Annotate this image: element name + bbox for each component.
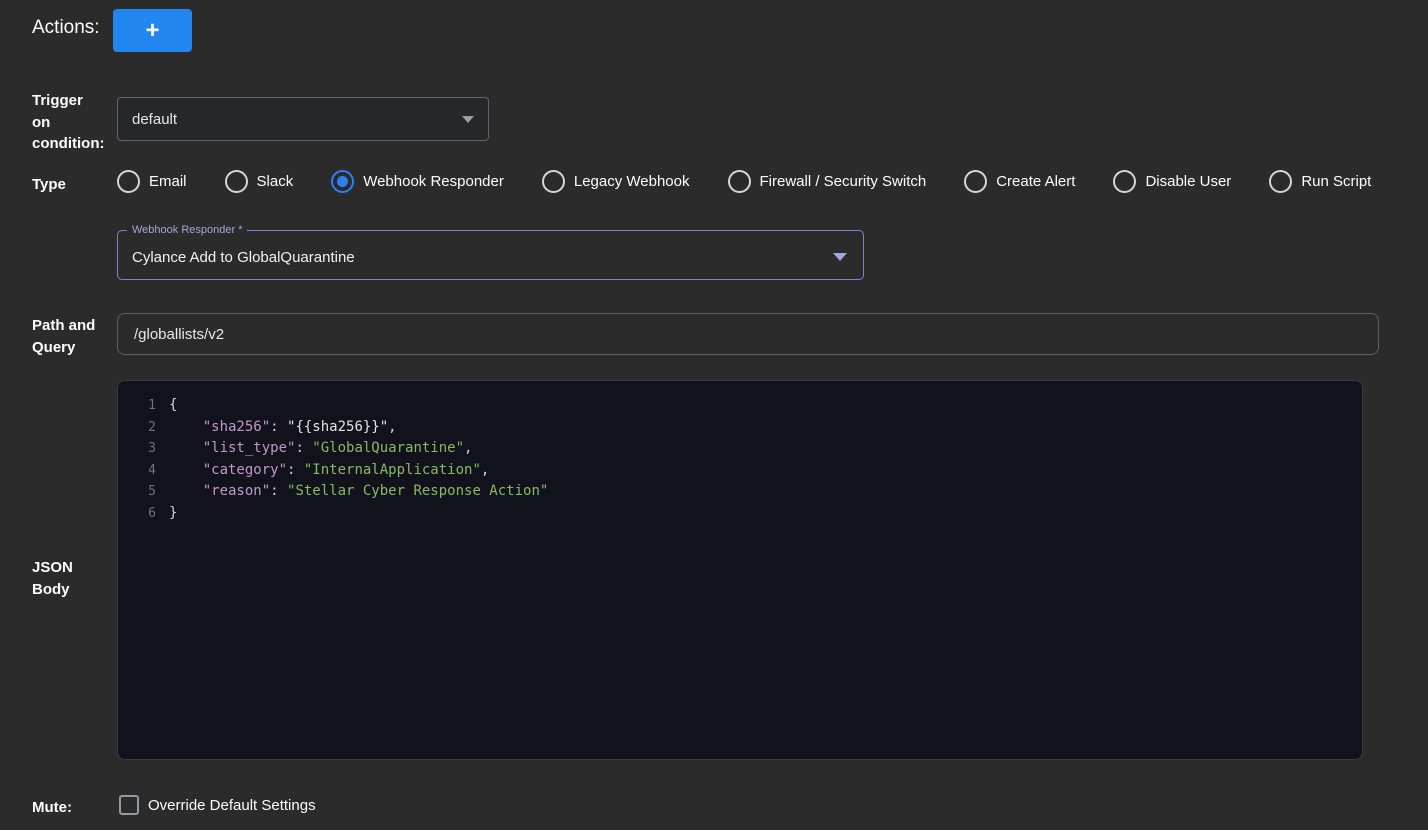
chevron-down-icon: [462, 116, 474, 123]
action-config-panel: Actions: + Trigger on condition: default…: [0, 0, 1428, 830]
type-option-create-alert[interactable]: Create Alert: [964, 170, 1075, 193]
json-body-label: JSON Body: [32, 557, 73, 600]
radio-unselected-icon[interactable]: [1269, 170, 1292, 193]
code-line: "sha256": "{{sha256}}",: [169, 417, 1362, 439]
editor-code[interactable]: { "sha256": "{{sha256}}", "list_type": "…: [169, 395, 1362, 759]
radio-unselected-icon[interactable]: [225, 170, 248, 193]
trigger-condition-select[interactable]: default: [117, 97, 489, 141]
webhook-responder-value: Cylance Add to GlobalQuarantine: [132, 249, 355, 266]
override-default-settings-checkbox[interactable]: [119, 795, 139, 815]
type-option-run-script[interactable]: Run Script: [1269, 170, 1371, 193]
radio-label: Webhook Responder: [363, 173, 504, 190]
type-option-legacy-webhook[interactable]: Legacy Webhook: [542, 170, 690, 193]
override-default-settings-option[interactable]: Override Default Settings: [119, 795, 316, 815]
code-line: {: [169, 395, 1362, 417]
radio-dot: [734, 176, 745, 187]
path-query-input[interactable]: [117, 313, 1379, 355]
radio-dot: [337, 176, 348, 187]
webhook-responder-field-label: Webhook Responder *: [127, 223, 247, 237]
path-query-label: Path and Query: [32, 315, 95, 358]
radio-dot: [123, 176, 134, 187]
chevron-down-icon: [833, 253, 847, 261]
mute-label: Mute:: [32, 797, 72, 819]
radio-unselected-icon[interactable]: [964, 170, 987, 193]
line-number: 6: [118, 503, 156, 525]
line-number: 1: [118, 395, 156, 417]
radio-label: Disable User: [1145, 173, 1231, 190]
radio-label: Legacy Webhook: [574, 173, 690, 190]
plus-icon: +: [145, 19, 159, 43]
add-action-button[interactable]: +: [113, 9, 192, 52]
radio-unselected-icon[interactable]: [728, 170, 751, 193]
line-number: 3: [118, 438, 156, 460]
editor-gutter: 123456: [118, 395, 156, 759]
type-option-disable-user[interactable]: Disable User: [1113, 170, 1231, 193]
code-line: "reason": "Stellar Cyber Response Action…: [169, 481, 1362, 503]
radio-unselected-icon[interactable]: [542, 170, 565, 193]
radio-label: Slack: [257, 173, 294, 190]
radio-label: Run Script: [1301, 173, 1371, 190]
type-option-webhook-responder[interactable]: Webhook Responder: [331, 170, 504, 193]
line-number: 2: [118, 417, 156, 439]
code-line: }: [169, 503, 1362, 525]
trigger-condition-value: default: [132, 111, 177, 128]
radio-unselected-icon[interactable]: [117, 170, 140, 193]
radio-label: Email: [149, 173, 187, 190]
line-number: 4: [118, 460, 156, 482]
type-radio-group: Email Slack Webhook Responder Legacy Webhoo…: [117, 167, 1371, 195]
trigger-condition-label: Trigger on condition:: [32, 90, 104, 155]
override-default-settings-label: Override Default Settings: [148, 797, 316, 814]
radio-label: Create Alert: [996, 173, 1075, 190]
radio-label: Firewall / Security Switch: [760, 173, 927, 190]
radio-dot: [970, 176, 981, 187]
actions-label: Actions:: [32, 17, 100, 39]
radio-dot: [548, 176, 559, 187]
code-line: "list_type": "GlobalQuarantine",: [169, 438, 1362, 460]
code-line: "category": "InternalApplication",: [169, 460, 1362, 482]
json-body-editor[interactable]: 123456 { "sha256": "{{sha256}}", "list_t…: [117, 380, 1363, 760]
radio-dot: [1119, 176, 1130, 187]
type-option-firewall-security-switch[interactable]: Firewall / Security Switch: [728, 170, 927, 193]
radio-dot: [231, 176, 242, 187]
type-option-slack[interactable]: Slack: [225, 170, 294, 193]
radio-selected-icon[interactable]: [331, 170, 354, 193]
line-number: 5: [118, 481, 156, 503]
type-option-email[interactable]: Email: [117, 170, 187, 193]
webhook-responder-select[interactable]: Webhook Responder * Cylance Add to Globa…: [117, 230, 864, 280]
radio-dot: [1275, 176, 1286, 187]
type-label: Type: [32, 174, 66, 196]
radio-unselected-icon[interactable]: [1113, 170, 1136, 193]
